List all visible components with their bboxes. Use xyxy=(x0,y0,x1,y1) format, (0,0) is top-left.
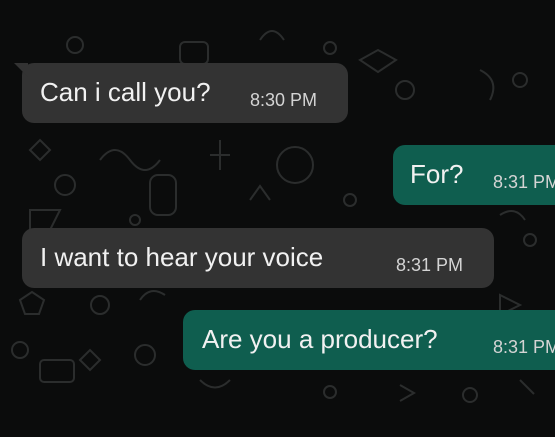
message-bubble-outgoing[interactable]: For? 8:31 PM xyxy=(393,145,555,205)
message-timestamp: 8:31 PM xyxy=(493,337,555,357)
message-text: I want to hear your voice xyxy=(40,242,324,272)
message-bubble-incoming[interactable]: I want to hear your voice 8:31 PM xyxy=(22,228,494,288)
message-timestamp: 8:30 PM xyxy=(250,90,318,110)
message-bubble-outgoing[interactable]: Are you a producer? 8:31 PM xyxy=(183,310,555,370)
message-text: For? xyxy=(410,159,464,189)
bubble-tail xyxy=(14,63,28,77)
message-text: Are you a producer? xyxy=(202,324,438,354)
message-bubble-incoming[interactable]: Can i call you? 8:30 PM xyxy=(22,63,348,123)
message-timestamp: 8:31 PM xyxy=(396,255,464,275)
message-text: Can i call you? xyxy=(40,77,211,107)
message-timestamp: 8:31 PM xyxy=(493,172,555,192)
